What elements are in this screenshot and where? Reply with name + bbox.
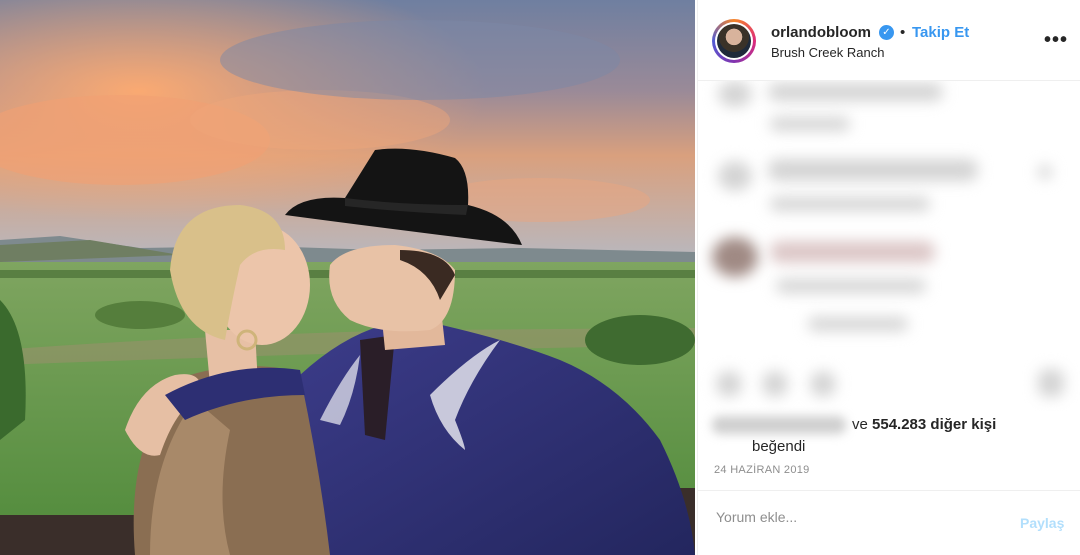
likes-count-link[interactable]: 554.283 diğer kişi <box>872 416 996 433</box>
header-separator: • <box>900 24 906 41</box>
comment-text <box>768 83 943 101</box>
like-action-icon <box>716 371 742 397</box>
likes-summary: ve 554.283 diğer kişi beğendi <box>712 414 1062 455</box>
post-comment-button[interactable]: Paylaş <box>1020 515 1064 531</box>
comment-avatar <box>718 81 752 107</box>
comment-meta <box>770 117 850 131</box>
likes-suffix: beğendi <box>752 438 806 455</box>
location-link[interactable]: Brush Creek Ranch <box>771 45 884 60</box>
post-date: 24 HAZİRAN 2019 <box>714 464 810 476</box>
avatar-image <box>717 24 751 58</box>
post-photo[interactable] <box>0 0 695 555</box>
follow-button[interactable]: Takip Et <box>912 24 969 41</box>
user-avatar[interactable] <box>712 19 756 63</box>
save-action-icon <box>1038 369 1064 397</box>
comment-meta <box>808 317 908 331</box>
more-options-icon[interactable]: ••• <box>1044 30 1068 50</box>
post-side-panel: orlandobloom ✓ • Takip Et Brush Creek Ra… <box>697 0 1080 555</box>
comment-action-icon <box>762 371 788 397</box>
comment-avatar <box>712 237 758 277</box>
comment-avatar <box>718 161 752 191</box>
comment-text <box>770 241 935 263</box>
share-action-icon <box>810 371 836 397</box>
username-link[interactable]: orlandobloom <box>771 24 871 41</box>
verified-badge-icon: ✓ <box>879 25 894 40</box>
post-image <box>0 0 695 555</box>
comments-list <box>698 81 1080 411</box>
liked-by-user[interactable] <box>712 416 846 435</box>
comment-text <box>768 159 978 181</box>
post-header: orlandobloom ✓ • Takip Et Brush Creek Ra… <box>698 0 1080 81</box>
comment-meta <box>770 197 930 211</box>
likes-prefix: ve <box>852 416 868 433</box>
comment-meta <box>776 279 926 293</box>
divider <box>698 490 1080 491</box>
comment-input[interactable] <box>714 508 998 526</box>
comment-like-icon <box>1038 165 1052 179</box>
